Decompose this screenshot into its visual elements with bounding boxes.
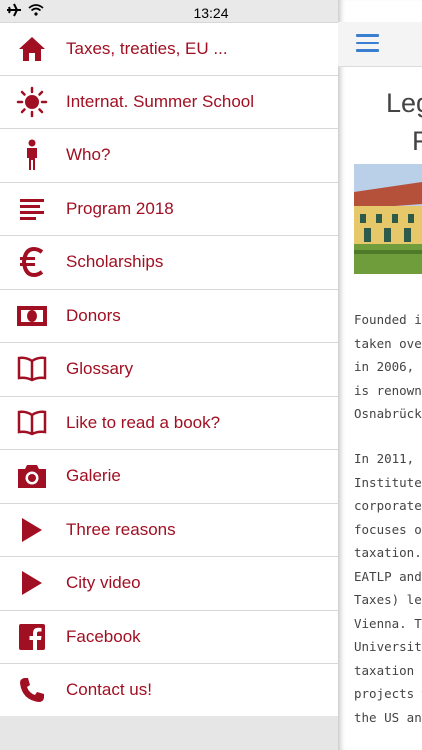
sun-icon [14,84,50,120]
menu-item-label: City video [66,573,141,593]
menu-item-read-book[interactable]: Like to read a book? [0,397,338,450]
menu-item-label: Taxes, treaties, EU ... [66,38,228,58]
menu-item-city-video[interactable]: City video [0,557,338,611]
menu-item-label: Internat. Summer School [66,91,255,111]
menu-item-contact[interactable]: Contact us! [0,664,338,718]
menu-item-label: Three reasons [66,519,176,539]
menu-item-glossary[interactable]: Glossary [0,343,338,397]
content-paragraph: In 2011, Pr Institute a corporate focuse… [354,451,422,725]
page-title: Leg F [386,88,422,156]
drawer-footer [0,716,338,750]
menu-item-label: Galerie [66,466,121,486]
play-icon [14,512,50,548]
content-header [338,22,422,67]
content-page: Leg F Founded in taken over in 2006, th … [338,0,422,750]
menu-item-three-reasons[interactable]: Three reasons [0,504,338,557]
lines-icon [14,191,50,227]
euro-icon [14,244,50,280]
content-paragraph: Founded in taken over in 2006, th is ren… [354,312,422,421]
menu-item-program[interactable]: Program 2018 [0,183,338,236]
navigation-drawer: Taxes, treaties, EU ... Internat. Summer… [0,22,338,718]
home-icon [14,31,50,67]
menu-item-label: Contact us! [66,680,152,700]
menu-item-label: Glossary [66,359,134,379]
facebook-icon [14,619,50,655]
play-icon [14,565,50,601]
building-photo [354,164,422,274]
menu-item-label: Donors [66,305,121,325]
menu-item-galerie[interactable]: Galerie [0,450,338,504]
camera-icon [14,458,50,494]
book-icon [14,405,50,441]
menu-item-taxes[interactable]: Taxes, treaties, EU ... [0,22,338,76]
menu-item-summer-school[interactable]: Internat. Summer School [0,76,338,129]
menu-item-label: Facebook [66,626,141,646]
menu-item-facebook[interactable]: Facebook [0,611,338,664]
menu-item-label: Like to read a book? [66,412,221,432]
phone-icon [14,672,50,708]
menu-item-donors[interactable]: Donors [0,290,338,343]
person-icon [14,137,50,173]
menu-item-who[interactable]: Who? [0,129,338,183]
menu-item-label: Program 2018 [66,198,174,218]
book-icon [14,351,50,387]
hamburger-menu-icon[interactable] [356,34,379,52]
menu-item-label: Who? [66,145,111,165]
menu-item-scholarships[interactable]: Scholarships [0,236,338,290]
banknote-icon [14,298,50,334]
menu-item-label: Scholarships [66,252,164,272]
